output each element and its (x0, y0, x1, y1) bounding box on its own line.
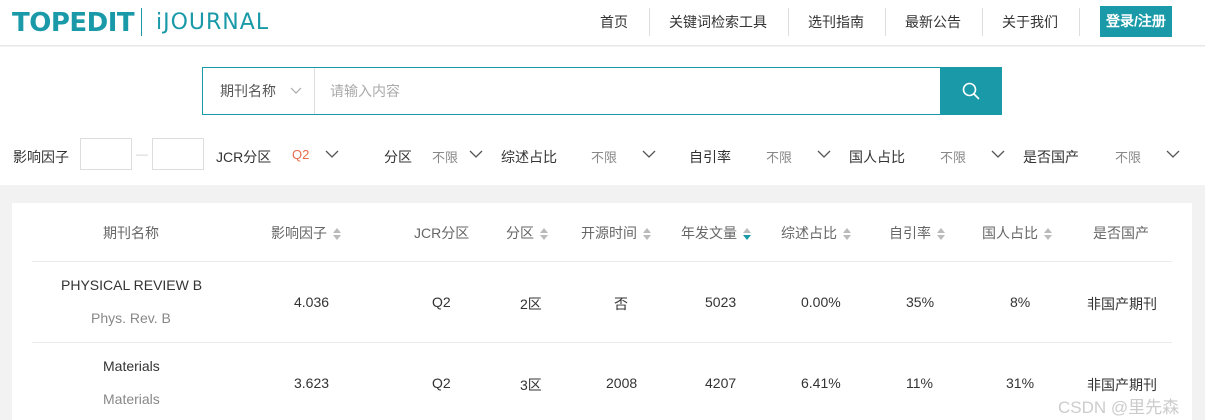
open-time-cell: 否 (614, 296, 628, 312)
jcr-cell: Q2 (432, 294, 451, 310)
chevron-down-icon (290, 68, 302, 133)
journal-table: 期刊名称 影响因子 JCR分区 分区 开源时间 年发文量 综述占比 自引率 国人… (12, 203, 1192, 420)
sort-icon[interactable] (643, 228, 651, 241)
zone-cell: 2区 (520, 296, 542, 312)
row-divider (32, 261, 1172, 262)
journal-name-link[interactable]: Materials (103, 358, 160, 374)
nav-journal-guide[interactable]: 选刊指南 (808, 6, 864, 38)
self-cite-filter-label: 自引率 (689, 149, 731, 165)
header-impact-factor[interactable]: 影响因子 (271, 223, 341, 243)
annual-count-cell: 4207 (705, 375, 737, 391)
journal-name-link[interactable]: PHYSICAL REVIEW B (61, 277, 202, 293)
range-dash: — (136, 147, 148, 161)
annual-count-cell: 5023 (705, 294, 737, 310)
header-chinese-ratio[interactable]: 国人占比 (982, 223, 1052, 243)
sort-icon[interactable] (540, 228, 548, 241)
impact-factor-min-input[interactable] (80, 138, 132, 170)
open-time-cell: 2008 (606, 375, 638, 391)
login-register-button[interactable]: 登录/注册 (1100, 6, 1172, 37)
zone-filter-label: 分区 (384, 149, 412, 165)
nav-about-us[interactable]: 关于我们 (1002, 6, 1058, 38)
header-zone[interactable]: 分区 (506, 223, 548, 243)
header-label: 国人占比 (982, 225, 1038, 241)
zone-filter-value[interactable]: 不限 (432, 147, 458, 166)
nav-keyword-tool[interactable]: 关键词检索工具 (669, 6, 767, 38)
row-divider (32, 342, 1172, 343)
chevron-down-icon[interactable] (469, 147, 483, 161)
journal-abbr: Phys. Rev. B (91, 310, 171, 326)
header-label: 自引率 (889, 225, 931, 241)
watermark: CSDN @里先森 (1058, 398, 1180, 417)
nav-announcements[interactable]: 最新公告 (905, 6, 961, 38)
top-navbar: TOPEDIT iJOURNAL 首页 关键词检索工具 选刊指南 最新公告 关于… (0, 0, 1205, 46)
search-box: 期刊名称 (202, 67, 1002, 115)
sort-icon[interactable] (843, 228, 851, 241)
domestic-cell: 非国产期刊 (1087, 296, 1157, 312)
chinese-ratio-cell: 8% (1010, 294, 1031, 310)
nav-divider (788, 8, 789, 36)
header-jcr: JCR分区 (414, 225, 470, 241)
chinese-ratio-filter-label: 国人占比 (849, 149, 905, 165)
self-cite-filter-value[interactable]: 不限 (766, 147, 792, 166)
search-icon (962, 82, 980, 100)
header-label: 分区 (506, 225, 534, 241)
chevron-down-icon[interactable] (325, 147, 339, 161)
search-panel: 期刊名称 影响因子 — JCR分区 Q2 分区 不限 综述占比 不限 自引率 不… (0, 47, 1205, 185)
impact-factor-max-input[interactable] (152, 138, 204, 170)
nav-divider (649, 8, 650, 36)
chevron-down-icon[interactable] (817, 147, 831, 161)
domestic-cell: 非国产期刊 (1087, 377, 1157, 393)
header-annual-count[interactable]: 年发文量 (681, 223, 751, 243)
sort-desc-icon[interactable] (743, 228, 751, 241)
impact-factor-label: 影响因子 (13, 149, 69, 165)
header-label: 开源时间 (581, 225, 637, 241)
impact-factor-cell: 4.036 (294, 294, 330, 310)
review-filter-value[interactable]: 不限 (591, 147, 617, 166)
search-button[interactable] (940, 67, 1002, 115)
review-ratio-cell: 0.00% (801, 294, 841, 310)
sort-icon[interactable] (1044, 228, 1052, 241)
header-label: 年发文量 (681, 225, 737, 241)
header-label: 影响因子 (271, 225, 327, 241)
chinese-ratio-filter-value[interactable]: 不限 (940, 147, 966, 166)
search-type-select[interactable]: 期刊名称 (203, 68, 315, 114)
domestic-filter-label: 是否国产 (1023, 149, 1079, 165)
sort-icon[interactable] (937, 228, 945, 241)
journal-abbr: Materials (103, 391, 160, 407)
chevron-down-icon[interactable] (642, 147, 656, 161)
logo-divider (141, 8, 142, 36)
header-open-time[interactable]: 开源时间 (581, 223, 651, 243)
impact-factor-cell: 3.623 (294, 375, 330, 391)
nav-home[interactable]: 首页 (600, 6, 628, 38)
review-ratio-cell: 6.41% (801, 375, 841, 391)
header-self-cite[interactable]: 自引率 (889, 223, 945, 243)
review-filter-label: 综述占比 (501, 149, 557, 165)
domestic-filter-value[interactable]: 不限 (1115, 147, 1141, 166)
header-domestic: 是否国产 (1093, 225, 1149, 241)
jcr-filter-value[interactable]: Q2 (292, 147, 309, 162)
self-cite-cell: 11% (906, 375, 933, 391)
chevron-down-icon[interactable] (1166, 147, 1180, 161)
header-journal-name: 期刊名称 (103, 225, 159, 241)
search-input[interactable] (316, 68, 941, 114)
sort-icon[interactable] (333, 228, 341, 241)
chevron-down-icon[interactable] (991, 147, 1005, 161)
nav-divider (982, 8, 983, 36)
self-cite-cell: 35% (906, 294, 935, 310)
topedit-logo[interactable]: TOPEDIT (12, 8, 135, 38)
ijournal-logo[interactable]: iJOURNAL (156, 10, 269, 35)
search-type-label: 期刊名称 (220, 83, 276, 99)
chinese-ratio-cell: 31% (1006, 375, 1035, 391)
jcr-filter-label: JCR分区 (216, 149, 272, 165)
nav-divider (1079, 8, 1080, 36)
zone-cell: 3区 (520, 377, 542, 393)
nav-divider (885, 8, 886, 36)
header-review-ratio[interactable]: 综述占比 (781, 223, 851, 243)
jcr-cell: Q2 (432, 375, 451, 391)
header-label: 综述占比 (781, 225, 837, 241)
